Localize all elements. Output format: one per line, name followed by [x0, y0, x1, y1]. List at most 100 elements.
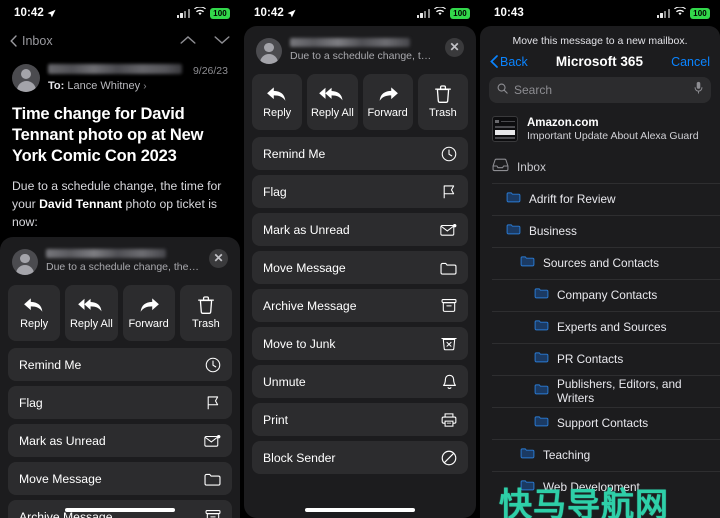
- search-input[interactable]: Search: [489, 77, 711, 103]
- sender-address-redacted: [290, 38, 410, 47]
- archive-message-row[interactable]: Archive Message: [252, 289, 468, 322]
- bell-icon: [442, 374, 457, 390]
- reply-all-icon: [319, 87, 343, 100]
- reply-all-button[interactable]: Reply All: [65, 285, 118, 341]
- recipient-row[interactable]: To: Lance Whitney ›: [48, 80, 228, 92]
- preview-subject: Important Update About Alexa Guard: [527, 129, 699, 142]
- avatar: [256, 38, 282, 64]
- screenshot-stage: 10:42 100 Inbox 9/26/23 To: Lance Whitne…: [0, 0, 720, 518]
- back-to-inbox-button[interactable]: Inbox: [10, 34, 53, 48]
- microphone-icon[interactable]: [694, 81, 703, 99]
- status-bar-1: 10:42 100: [0, 0, 240, 26]
- panel-full-action-sheet: 10:42 100 Due to a schedule change, the …: [240, 0, 480, 518]
- move-to-junk-label: Move to Junk: [263, 336, 336, 351]
- avatar: [12, 249, 38, 275]
- to-prefix: To:: [48, 80, 65, 92]
- move-message-row[interactable]: Move Message: [252, 251, 468, 284]
- preview-sender: Amazon.com: [527, 116, 599, 129]
- mailbox-row-pr-contacts[interactable]: PR Contacts: [480, 343, 720, 375]
- folder-icon: [534, 382, 549, 400]
- mailbox-row-company-contacts[interactable]: Company Contacts: [480, 279, 720, 311]
- forward-icon: [140, 297, 159, 312]
- folder-icon: [506, 190, 521, 208]
- print-row[interactable]: Print: [252, 403, 468, 436]
- folder-icon: [520, 254, 535, 272]
- mailbox-row-business[interactable]: Business: [480, 215, 720, 247]
- recipient-name: Lance Whitney: [67, 80, 141, 92]
- mailbox-row-inbox[interactable]: Inbox: [480, 151, 720, 183]
- mailbox-row-teaching[interactable]: Teaching: [480, 439, 720, 471]
- flag-icon: [205, 395, 221, 411]
- site-watermark: 快马导航网: [499, 485, 669, 518]
- mailbox-label: Teaching: [543, 448, 591, 462]
- move-message-row[interactable]: Move Message: [8, 462, 232, 495]
- trash-button[interactable]: Trash: [417, 74, 468, 130]
- mailbox-label: Sources and Contacts: [543, 256, 660, 270]
- back-button[interactable]: Back: [490, 55, 528, 69]
- block-sender-row[interactable]: Block Sender: [252, 441, 468, 474]
- unmute-row[interactable]: Unmute: [252, 365, 468, 398]
- cancel-button[interactable]: Cancel: [671, 55, 710, 69]
- remind-me-label: Remind Me: [263, 146, 326, 161]
- reply-label: Reply: [263, 106, 292, 119]
- flag-row[interactable]: Flag: [8, 386, 232, 419]
- reply-icon: [24, 297, 43, 312]
- status-bar-2: 10:42 100: [240, 0, 480, 26]
- back-label: Back: [500, 54, 528, 69]
- reply-button[interactable]: Reply: [8, 285, 61, 341]
- chevron-left-icon: [490, 55, 498, 68]
- folder-icon: [534, 318, 549, 336]
- forward-button[interactable]: Forward: [122, 285, 175, 341]
- mailbox-row-publishers-editors-and-writers[interactable]: Publishers, Editors, and Writers: [480, 375, 720, 407]
- mailbox-label: Company Contacts: [557, 288, 658, 302]
- trash-label: Trash: [429, 107, 457, 119]
- picker-nav-bar: Back Microsoft 365 Cancel: [480, 54, 720, 77]
- mailbox-list: Inbox Adrift for Review Business Sources…: [480, 151, 720, 503]
- mailbox-row-experts-and-sources[interactable]: Experts and Sources: [480, 311, 720, 343]
- chevron-up-icon[interactable]: [180, 32, 196, 50]
- message-body: Due to a schedule change, the time for y…: [0, 166, 240, 231]
- folder-icon: [534, 350, 549, 368]
- wifi-icon: [674, 6, 686, 19]
- remind-me-row[interactable]: Remind Me: [252, 137, 468, 170]
- forward-button[interactable]: Forward: [362, 74, 413, 130]
- flag-label: Flag: [263, 184, 287, 199]
- folder-icon: [534, 286, 549, 304]
- sheet-header: Due to a schedule change, the time for y…: [252, 36, 468, 74]
- folder-icon: [520, 446, 535, 464]
- move-to-junk-row[interactable]: Move to Junk: [252, 327, 468, 360]
- action-sheet-full: Due to a schedule change, the time for y…: [244, 26, 476, 518]
- panel-mailbox-picker: 10:43 100 Move this message to a new mai…: [480, 0, 720, 518]
- mailbox-row-support-contacts[interactable]: Support Contacts: [480, 407, 720, 439]
- mailbox-label: Experts and Sources: [557, 320, 667, 334]
- mark-as-unread-row[interactable]: Mark as Unread: [8, 424, 232, 457]
- status-time: 10:42: [254, 7, 284, 19]
- trash-button[interactable]: Trash: [179, 285, 232, 341]
- reply-all-button[interactable]: Reply All: [307, 74, 358, 130]
- reply-button[interactable]: Reply: [252, 74, 303, 130]
- mailbox-row-sources-and-contacts[interactable]: Sources and Contacts: [480, 247, 720, 279]
- mailbox-label: PR Contacts: [557, 352, 624, 366]
- sender-address-redacted: [46, 249, 166, 258]
- mark-as-unread-label: Mark as Unread: [263, 222, 350, 237]
- back-label: Inbox: [22, 34, 53, 48]
- remind-me-row[interactable]: Remind Me: [8, 348, 232, 381]
- clock-icon: [441, 146, 457, 162]
- mark-as-unread-row[interactable]: Mark as Unread: [252, 213, 468, 246]
- envelope-badge-icon: [204, 434, 221, 448]
- mailbox-row-adrift-for-review[interactable]: Adrift for Review: [480, 183, 720, 215]
- archivebox-icon: [205, 509, 221, 518]
- clock-icon: [205, 357, 221, 373]
- picker-title: Microsoft 365: [555, 54, 643, 69]
- chevron-down-icon[interactable]: [214, 32, 230, 50]
- sheet-header: Due to a schedule change, the time for y…: [8, 247, 232, 285]
- printer-icon: [441, 412, 457, 428]
- close-icon[interactable]: ✕: [209, 249, 228, 268]
- cellular-bars-icon: [176, 8, 190, 18]
- close-icon[interactable]: ✕: [445, 38, 464, 57]
- move-message-label: Move Message: [263, 260, 346, 275]
- mailbox-label: Publishers, Editors, and Writers: [557, 377, 682, 405]
- archive-message-label: Archive Message: [263, 298, 357, 313]
- mailbox-label: Business: [529, 224, 577, 238]
- flag-row[interactable]: Flag: [252, 175, 468, 208]
